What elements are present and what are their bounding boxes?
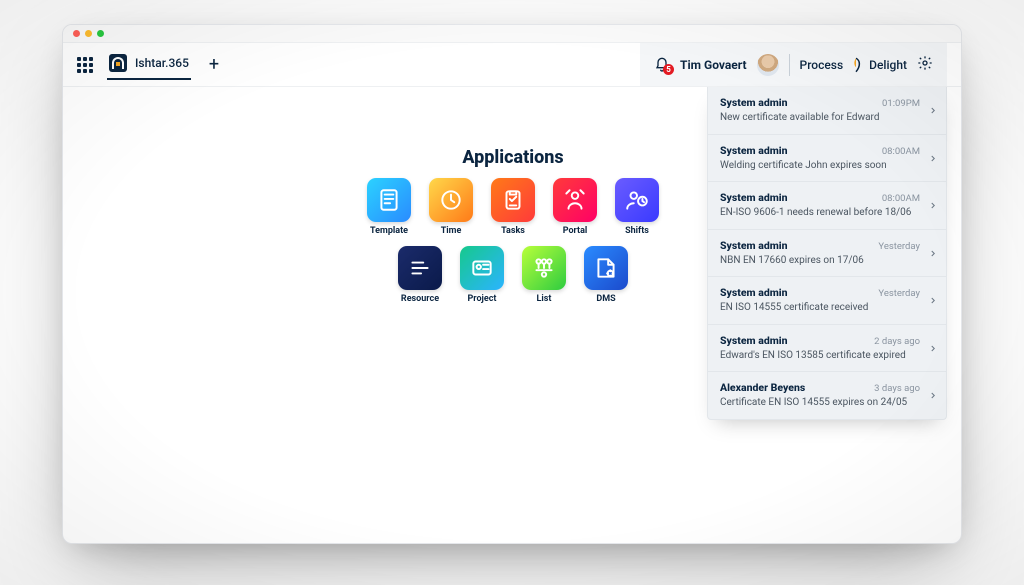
notification-message: NBN EN 17660 expires on 17/06 [720, 254, 920, 268]
app-window: Ishtar.365 + 5 Tim Govaert Process Delig… [62, 24, 962, 544]
settings-button[interactable] [917, 55, 933, 74]
chevron-right-icon [928, 101, 938, 120]
app-tasks[interactable]: Tasks [488, 178, 538, 236]
app-label: DMS [596, 294, 615, 304]
window-titlebar [63, 25, 961, 43]
notification-sender: Alexander Beyens [720, 381, 805, 394]
list-tile [522, 246, 566, 290]
notification-item[interactable]: System admin Yesterday NBN EN 17660 expire… [708, 230, 946, 278]
app-dms[interactable]: DMS [581, 246, 631, 304]
dms-icon [593, 255, 619, 281]
tasks-tile [491, 178, 535, 222]
header-right: 5 Tim Govaert Process Delight [640, 43, 947, 86]
active-tab[interactable]: Ishtar.365 [107, 50, 191, 80]
notifications-panel: System admin 01:09PM New certificate avail… [707, 87, 947, 420]
notification-sender: System admin [720, 239, 788, 252]
notification-sender: System admin [720, 144, 788, 157]
project-icon [469, 255, 495, 281]
notification-message: Edward's EN ISO 13585 certificate expire… [720, 349, 920, 363]
window-close-icon[interactable] [73, 30, 80, 37]
applications-grid: Template Time Tasks Portal Shifts Resource Pro… [353, 178, 673, 304]
gear-icon [917, 55, 933, 71]
chevron-right-icon [928, 243, 938, 262]
app-label: Project [468, 294, 497, 304]
brand-logo: Process Delight [800, 56, 907, 74]
chevron-right-icon [928, 196, 938, 215]
app-label: Tasks [501, 226, 525, 236]
notification-sender: System admin [720, 334, 788, 347]
app-label: List [537, 294, 552, 304]
add-tab-button[interactable]: + [209, 56, 219, 74]
window-minimize-icon[interactable] [85, 30, 92, 37]
notification-time: Yesterday [878, 241, 920, 252]
content-area: Applications Template Time Tasks Portal Shif… [63, 87, 961, 543]
notification-sender: System admin [720, 191, 788, 204]
chevron-right-icon [928, 148, 938, 167]
list-icon [531, 255, 557, 281]
notification-item[interactable]: System admin 01:09PM New certificate avail… [708, 87, 946, 135]
applications-section: Applications Template Time Tasks Portal Shif… [353, 147, 673, 304]
app-label: Resource [401, 294, 439, 304]
notification-item[interactable]: Alexander Beyens 3 days ago Certificate EN… [708, 372, 946, 419]
divider [789, 54, 790, 76]
tab-label: Ishtar.365 [135, 56, 189, 70]
chevron-right-icon [928, 291, 938, 310]
notification-time: 3 days ago [874, 383, 920, 394]
portal-icon [562, 187, 588, 213]
notification-sender: System admin [720, 286, 788, 299]
applications-heading: Applications [353, 147, 673, 168]
app-list[interactable]: List [519, 246, 569, 304]
avatar[interactable] [757, 54, 779, 76]
app-label: Shifts [625, 226, 649, 236]
notification-sender: System admin [720, 96, 788, 109]
current-user-name: Tim Govaert [680, 58, 747, 72]
notification-message: Certificate EN ISO 14555 expires on 24/0… [720, 396, 920, 410]
notification-time: 01:09PM [882, 98, 920, 109]
template-tile [367, 178, 411, 222]
notification-count-badge: 5 [663, 64, 674, 75]
resource-tile [398, 246, 442, 290]
app-label: Template [370, 226, 408, 236]
app-label: Time [441, 226, 462, 236]
tasks-icon [500, 187, 526, 213]
app-shifts[interactable]: Shifts [612, 178, 662, 236]
app-project[interactable]: Project [457, 246, 507, 304]
chevron-right-icon [928, 386, 938, 405]
topbar: Ishtar.365 + 5 Tim Govaert Process Delig… [63, 43, 961, 87]
template-icon [376, 187, 402, 213]
notification-message: EN ISO 14555 certificate received [720, 301, 920, 315]
project-tile [460, 246, 504, 290]
app-launcher-icon[interactable] [77, 57, 93, 73]
app-template[interactable]: Template [364, 178, 414, 236]
notification-item[interactable]: System admin 08:00AM EN-ISO 9606-1 needs r… [708, 182, 946, 230]
app-label: Portal [563, 226, 588, 236]
app-resource[interactable]: Resource [395, 246, 445, 304]
chevron-right-icon [928, 338, 938, 357]
notification-item[interactable]: System admin 2 days ago Edward's EN ISO 13… [708, 325, 946, 373]
notification-time: 08:00AM [882, 146, 920, 157]
shifts-icon [624, 187, 650, 213]
brand-text-left: Process [800, 58, 844, 72]
brand-mark-icon [847, 56, 865, 74]
notification-time: 08:00AM [882, 193, 920, 204]
tab-app-icon [109, 54, 127, 72]
dms-tile [584, 246, 628, 290]
shifts-tile [615, 178, 659, 222]
notifications-button[interactable]: 5 [654, 57, 670, 73]
app-time[interactable]: Time [426, 178, 476, 236]
app-portal[interactable]: Portal [550, 178, 600, 236]
notification-item[interactable]: System admin Yesterday EN ISO 14555 certif… [708, 277, 946, 325]
resource-icon [407, 255, 433, 281]
notification-time: Yesterday [878, 288, 920, 299]
portal-tile [553, 178, 597, 222]
time-tile [429, 178, 473, 222]
notification-message: EN-ISO 9606-1 needs renewal before 18/06 [720, 206, 920, 220]
notification-message: New certificate available for Edward [720, 111, 920, 125]
notification-item[interactable]: System admin 08:00AM Welding certificate J… [708, 135, 946, 183]
notification-time: 2 days ago [874, 336, 920, 347]
notification-message: Welding certificate John expires soon [720, 159, 920, 173]
time-icon [438, 187, 464, 213]
window-maximize-icon[interactable] [97, 30, 104, 37]
brand-text-right: Delight [869, 58, 907, 72]
